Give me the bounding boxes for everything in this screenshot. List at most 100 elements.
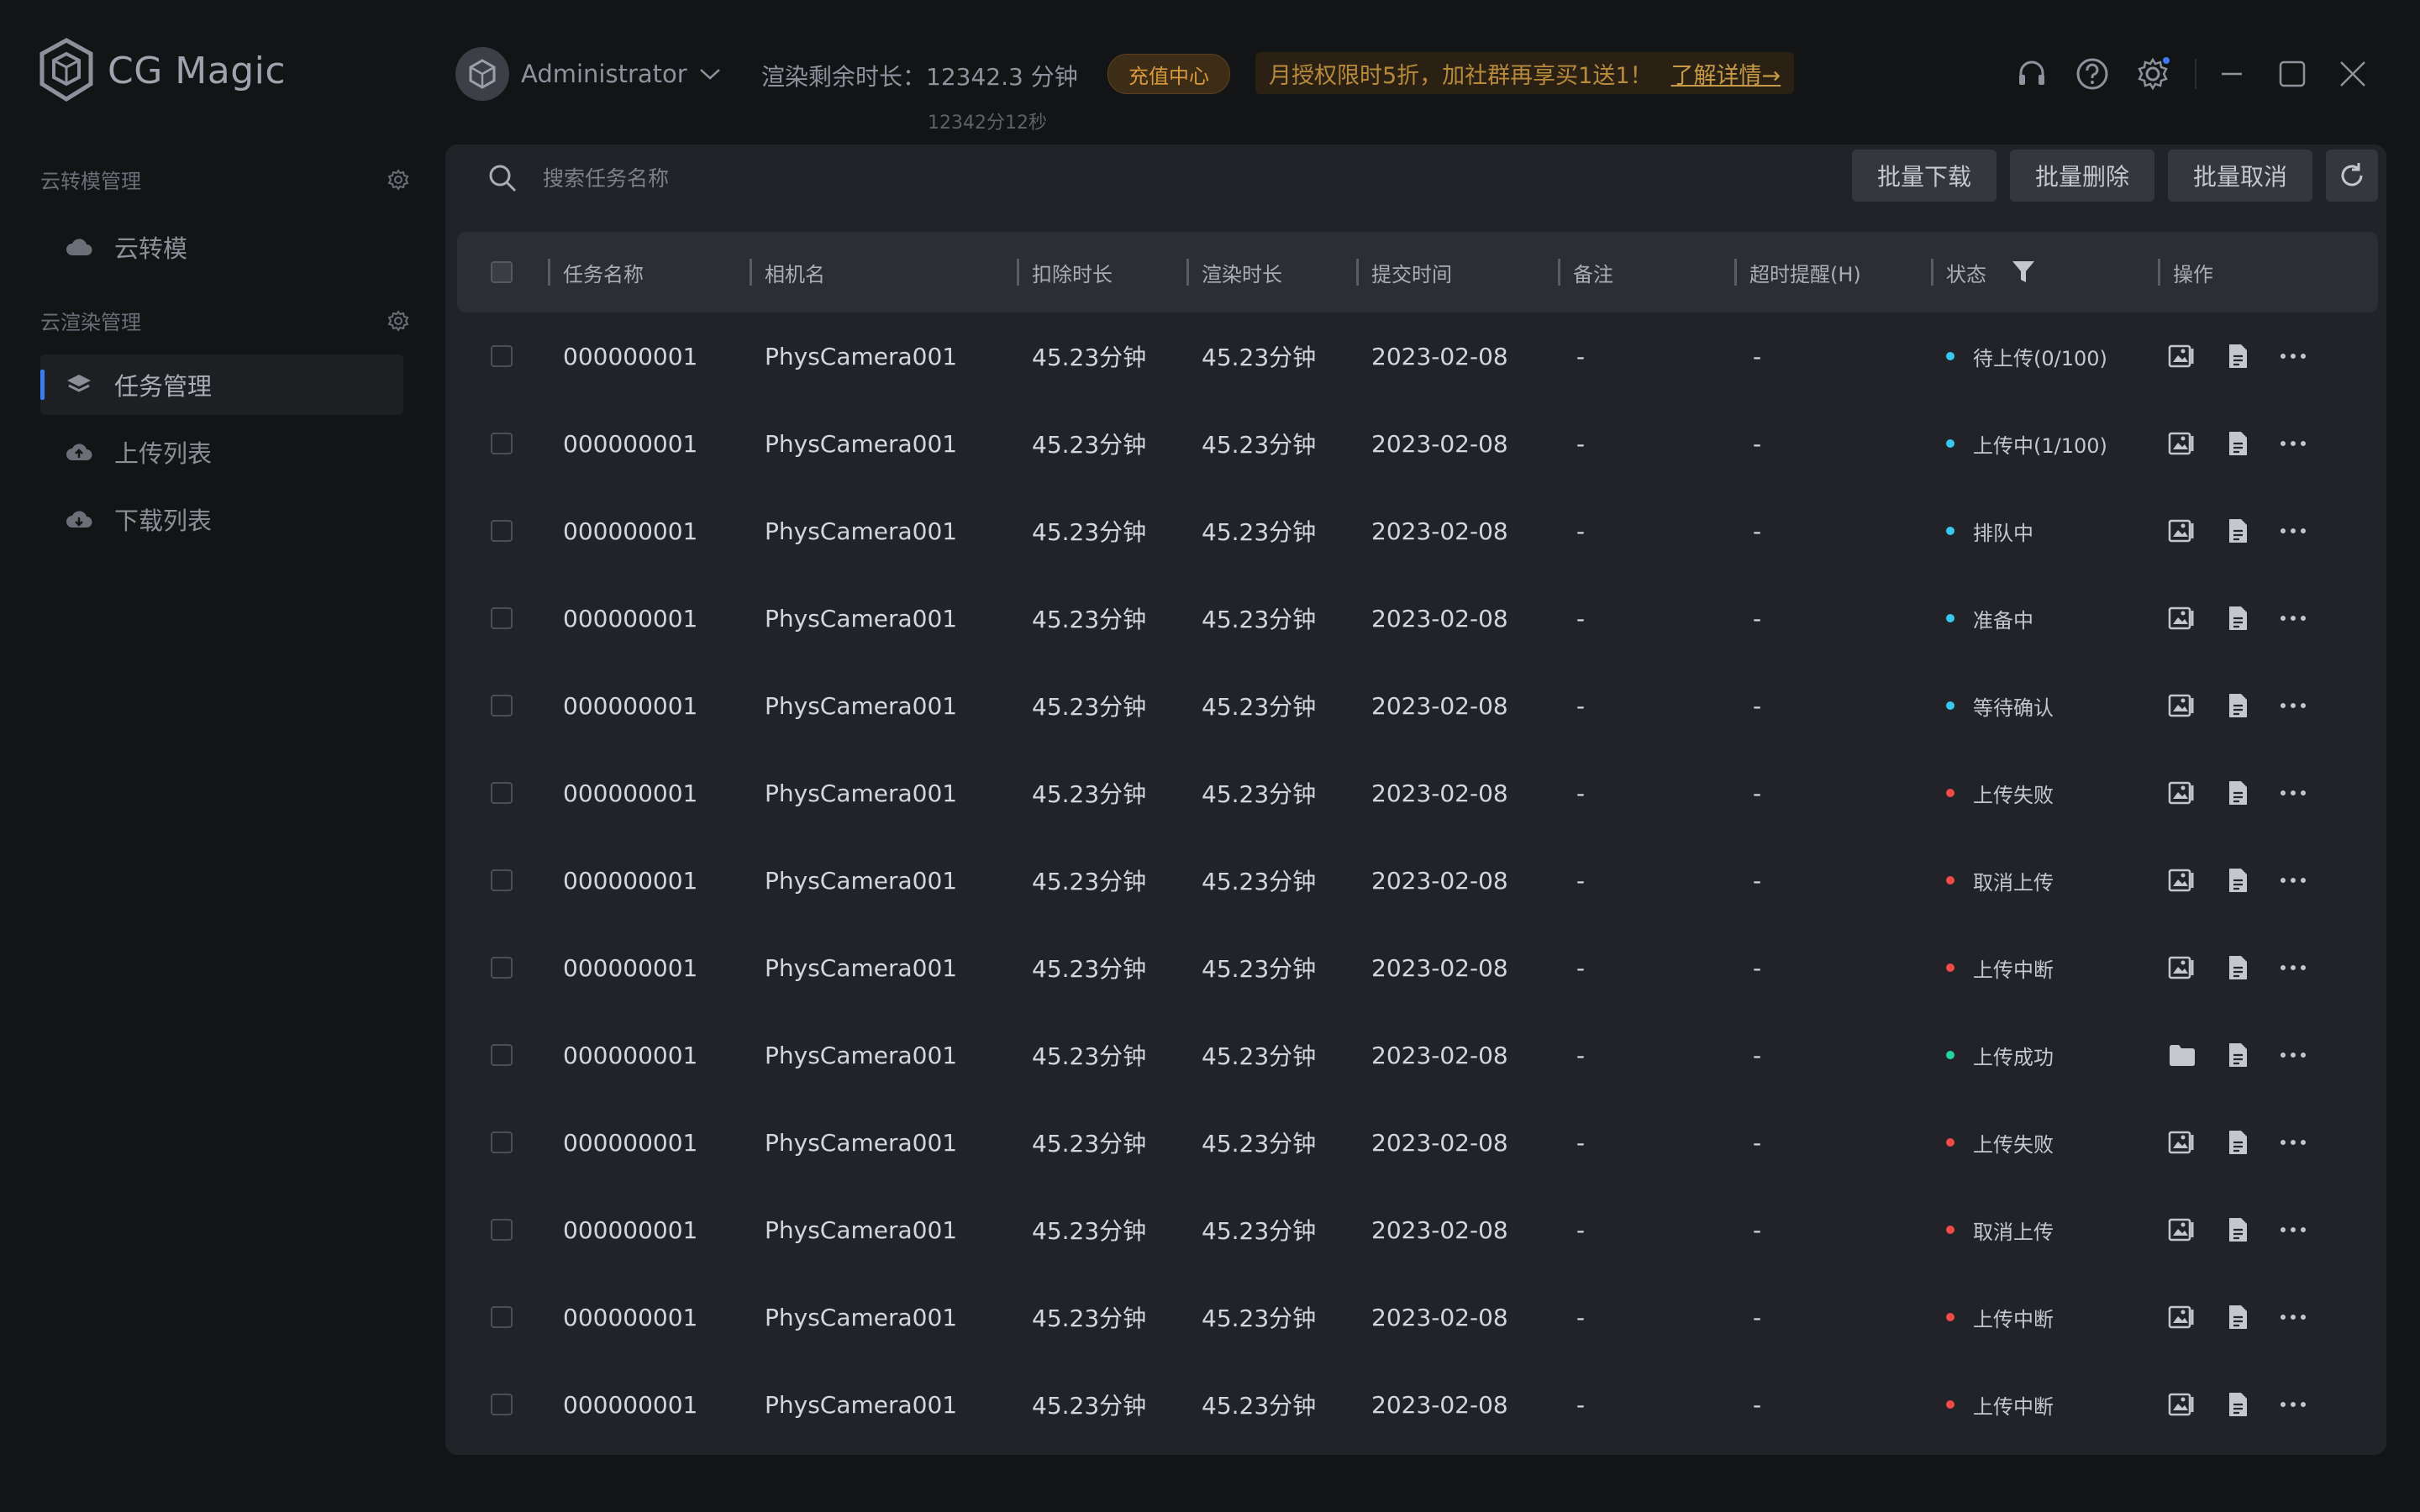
filter-icon[interactable]	[2012, 260, 2035, 285]
close-icon[interactable]	[2334, 55, 2371, 92]
checkbox[interactable]	[491, 261, 513, 283]
log-button[interactable]	[2223, 691, 2252, 720]
column-header-render[interactable]: 渲染时长	[1202, 232, 1282, 312]
column-header-status[interactable]: 状态	[1946, 232, 2035, 312]
more-button[interactable]	[2279, 953, 2307, 982]
log-button[interactable]	[2223, 953, 2252, 982]
log-button[interactable]	[2223, 342, 2252, 370]
column-header-camera[interactable]: 相机名	[765, 232, 825, 312]
column-divider	[1558, 259, 1560, 286]
minimize-icon[interactable]	[2213, 55, 2250, 92]
preview-button[interactable]	[2168, 604, 2196, 633]
row-checkbox[interactable]	[491, 749, 513, 837]
sidebar-item-download-list[interactable]: 下载列表	[40, 489, 403, 549]
row-checkbox[interactable]	[491, 1361, 513, 1448]
row-checkbox[interactable]	[491, 1099, 513, 1186]
maximize-icon[interactable]	[2274, 55, 2311, 92]
preview-button[interactable]	[2168, 1303, 2196, 1331]
checkbox[interactable]	[491, 869, 513, 891]
preview-button[interactable]	[2168, 1390, 2196, 1419]
checkbox[interactable]	[491, 1044, 513, 1066]
preview-button[interactable]	[2168, 1215, 2196, 1244]
row-checkbox[interactable]	[491, 312, 513, 400]
row-checkbox[interactable]	[491, 400, 513, 487]
checkbox[interactable]	[491, 433, 513, 454]
more-button[interactable]	[2279, 691, 2307, 720]
column-header-timeout[interactable]: 超时提醒(H)	[1749, 232, 1861, 312]
log-button[interactable]	[2223, 1041, 2252, 1069]
batch-delete-button[interactable]: 批量删除	[2009, 150, 2154, 202]
refresh-button[interactable]	[2326, 150, 2378, 202]
sidebar-item-cloud-model[interactable]: 云转模	[40, 217, 403, 277]
checkbox[interactable]	[491, 1306, 513, 1328]
more-button[interactable]	[2279, 517, 2307, 545]
gear-icon[interactable]	[387, 168, 410, 192]
log-button[interactable]	[2223, 1390, 2252, 1419]
more-button[interactable]	[2279, 1128, 2307, 1157]
search-bar	[487, 163, 1049, 193]
row-checkbox[interactable]	[491, 487, 513, 575]
column-header-note[interactable]: 备注	[1573, 232, 1613, 312]
select-all-checkbox[interactable]	[491, 232, 513, 312]
row-checkbox[interactable]	[491, 924, 513, 1011]
batch-download-button[interactable]: 批量下载	[1851, 150, 1996, 202]
checkbox[interactable]	[491, 957, 513, 979]
help-icon[interactable]	[2074, 55, 2111, 92]
preview-button[interactable]	[2168, 517, 2196, 545]
more-button[interactable]	[2279, 779, 2307, 807]
open-folder-button[interactable]	[2168, 1041, 2196, 1069]
checkbox[interactable]	[491, 782, 513, 804]
log-button[interactable]	[2223, 866, 2252, 895]
more-button[interactable]	[2279, 1215, 2307, 1244]
render-remaining-detail: 12342分12秒	[928, 113, 1047, 134]
batch-cancel-button[interactable]: 批量取消	[2167, 150, 2312, 202]
checkbox[interactable]	[491, 345, 513, 367]
checkbox[interactable]	[491, 520, 513, 542]
more-button[interactable]	[2279, 1041, 2307, 1069]
checkbox[interactable]	[491, 1219, 513, 1241]
recharge-button[interactable]: 充值中心	[1107, 54, 1230, 94]
column-header-name[interactable]: 任务名称	[563, 232, 644, 312]
log-button[interactable]	[2223, 1303, 2252, 1331]
cell-status: 上传失败	[1946, 1099, 2054, 1186]
row-checkbox[interactable]	[491, 662, 513, 749]
preview-button[interactable]	[2168, 953, 2196, 982]
row-checkbox[interactable]	[491, 1186, 513, 1273]
more-button[interactable]	[2279, 1303, 2307, 1331]
gear-icon[interactable]	[387, 309, 410, 333]
row-checkbox[interactable]	[491, 575, 513, 662]
more-button[interactable]	[2279, 866, 2307, 895]
preview-button[interactable]	[2168, 1128, 2196, 1157]
checkbox[interactable]	[491, 607, 513, 629]
checkbox[interactable]	[491, 1394, 513, 1415]
settings-icon[interactable]	[2134, 55, 2171, 92]
column-header-deduct[interactable]: 扣除时长	[1032, 232, 1113, 312]
more-button[interactable]	[2279, 429, 2307, 458]
search-input[interactable]	[541, 165, 1049, 192]
checkbox[interactable]	[491, 1131, 513, 1153]
row-checkbox[interactable]	[491, 837, 513, 924]
column-header-submit[interactable]: 提交时间	[1371, 232, 1452, 312]
promo-link[interactable]: 了解详情→	[1671, 57, 1781, 90]
user-menu[interactable]: Administrator	[455, 47, 721, 101]
log-button[interactable]	[2223, 429, 2252, 458]
log-button[interactable]	[2223, 1215, 2252, 1244]
preview-button[interactable]	[2168, 342, 2196, 370]
more-button[interactable]	[2279, 604, 2307, 633]
checkbox[interactable]	[491, 695, 513, 717]
row-checkbox[interactable]	[491, 1273, 513, 1361]
more-button[interactable]	[2279, 1390, 2307, 1419]
sidebar-item-upload-list[interactable]: 上传列表	[40, 422, 403, 482]
log-button[interactable]	[2223, 1128, 2252, 1157]
preview-button[interactable]	[2168, 779, 2196, 807]
log-button[interactable]	[2223, 604, 2252, 633]
preview-button[interactable]	[2168, 429, 2196, 458]
log-button[interactable]	[2223, 779, 2252, 807]
row-checkbox[interactable]	[491, 1011, 513, 1099]
headset-icon[interactable]	[2013, 55, 2050, 92]
log-button[interactable]	[2223, 517, 2252, 545]
sidebar-item-task-management[interactable]: 任务管理	[40, 354, 403, 415]
more-button[interactable]	[2279, 342, 2307, 370]
preview-button[interactable]	[2168, 866, 2196, 895]
preview-button[interactable]	[2168, 691, 2196, 720]
